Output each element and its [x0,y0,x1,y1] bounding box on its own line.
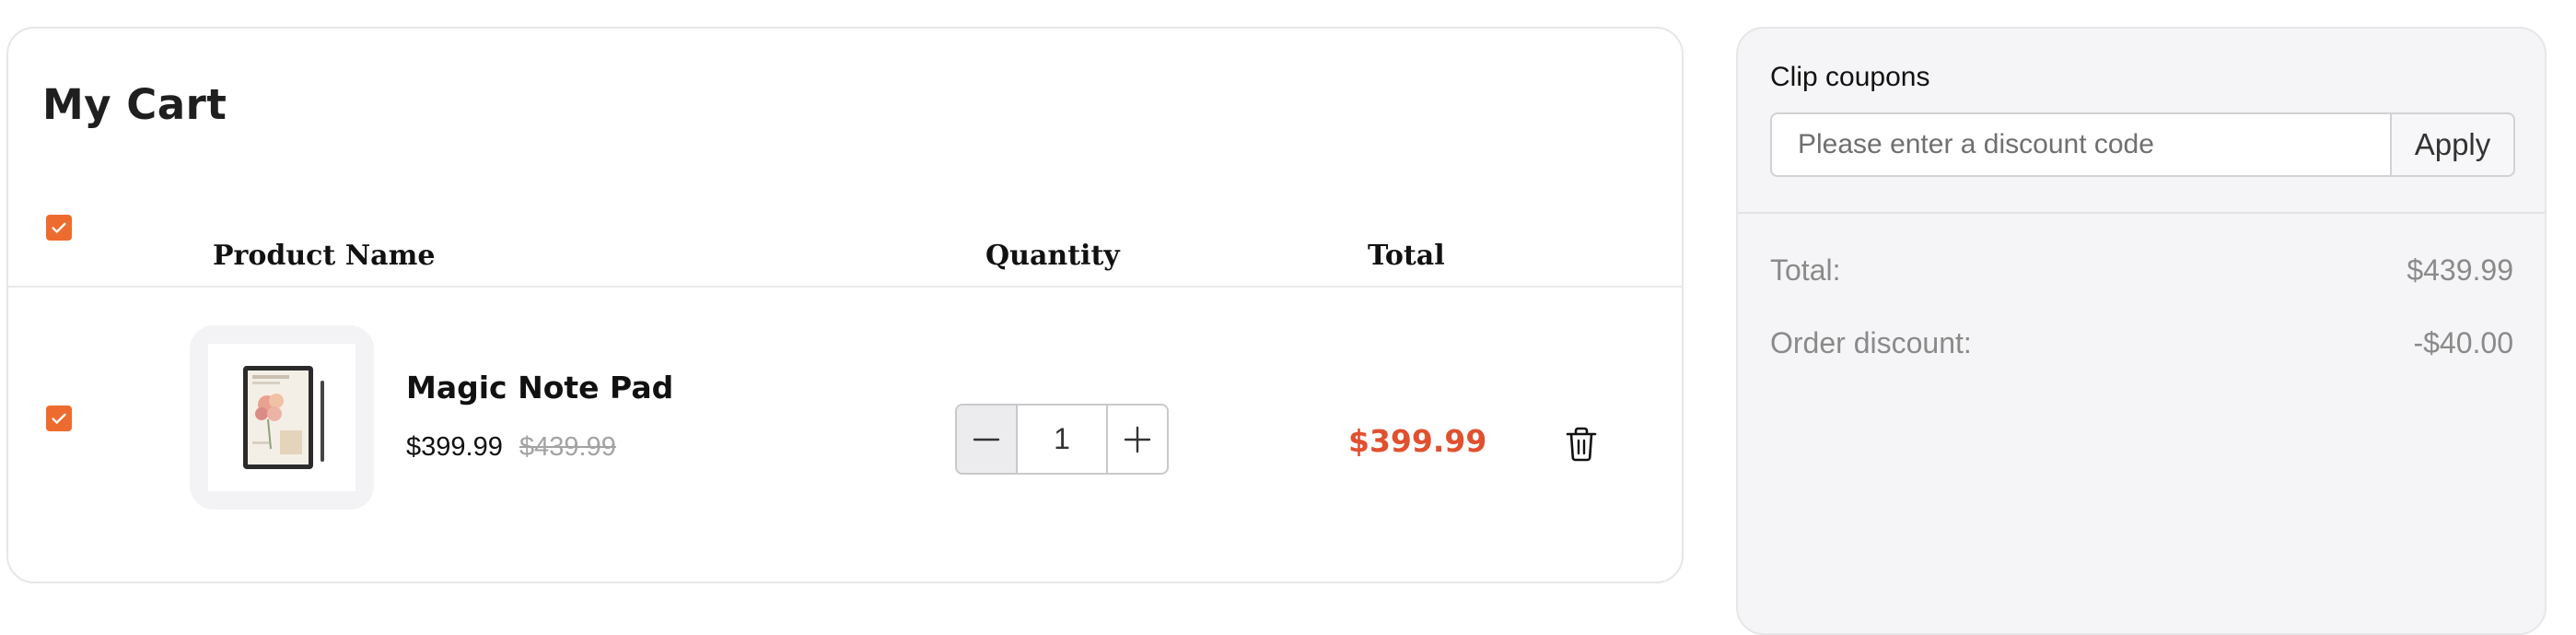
page-title: My Cart [42,80,227,129]
summary-total-value: $439.99 [2407,253,2513,287]
tablet-with-stylus-icon [243,366,324,469]
coupon-label: Clip coupons [1770,62,1930,92]
summary-discount-label: Order discount: [1770,326,1972,359]
summary-divider [1738,212,2545,214]
column-header-quantity: Quantity [985,240,1120,272]
plus-icon [1124,426,1151,453]
header-divider [8,286,1682,288]
check-icon [52,413,66,424]
product-image [208,344,356,491]
summary-discount-value: -$40.00 [2413,326,2513,359]
decrease-quantity-button[interactable] [957,406,1018,473]
select-all-checkbox[interactable] [46,215,72,241]
cart-panel: My Cart Product Name Quantity Total Magi… [6,27,1684,583]
increase-quantity-button[interactable] [1106,406,1167,473]
column-header-product-name: Product Name [213,240,436,272]
check-icon [52,222,66,233]
product-original-price: $439.99 [519,432,616,462]
discount-code-input[interactable] [1770,112,2390,177]
quantity-value[interactable]: 1 [1018,406,1106,473]
column-header-total: Total [1368,240,1445,272]
product-thumbnail[interactable] [190,325,374,510]
minus-icon [973,438,1000,441]
product-name[interactable]: Magic Note Pad [406,370,673,406]
quantity-stepper: 1 [955,404,1169,475]
product-price: $399.99 [406,432,503,462]
item-total: $399.99 [1348,423,1487,459]
item-checkbox[interactable] [46,406,72,431]
order-summary-panel: Clip coupons Apply Total: $439.99 Order … [1736,27,2547,635]
trash-icon [1566,427,1597,462]
delete-item-button[interactable] [1565,426,1598,463]
apply-coupon-button[interactable]: Apply [2390,112,2515,177]
summary-total-label: Total: [1770,253,1841,287]
